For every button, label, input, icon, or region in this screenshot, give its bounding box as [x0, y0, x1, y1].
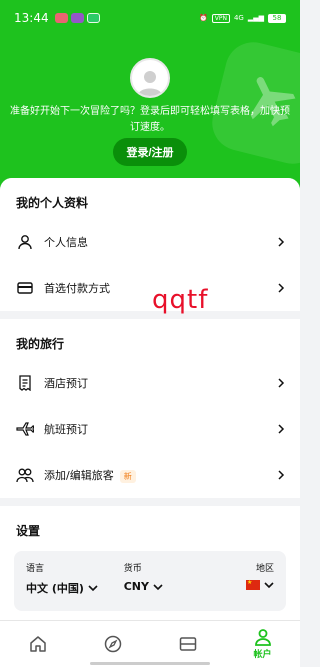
credit-card-icon: [16, 279, 34, 297]
currency-selector[interactable]: 货币 CNY: [124, 561, 199, 611]
section-title: 我的个人资料: [16, 196, 89, 210]
row-flight-bookings[interactable]: 航班预订: [0, 406, 300, 452]
notification-app-icon: [54, 13, 68, 23]
section-title: 我的旅行: [16, 337, 65, 351]
new-badge: 新: [119, 469, 136, 483]
divider: [0, 498, 300, 506]
currency-value: CNY: [123, 580, 149, 593]
row-payment-method[interactable]: 首选付款方式: [0, 265, 300, 311]
chevron-down-icon: [153, 583, 163, 590]
row-label-text: 添加/编辑旅客: [44, 469, 114, 482]
plane-decoration-icon: [206, 36, 300, 170]
tab-explore[interactable]: [75, 621, 150, 667]
login-register-button[interactable]: 登录/注册: [113, 138, 187, 166]
chevron-right-icon: [278, 378, 285, 388]
settings-box: 语言 中文 (中国) 货币 CNY 地区: [14, 551, 286, 611]
chevron-right-icon: [278, 424, 285, 434]
row-label: 添加/编辑旅客新: [44, 467, 276, 483]
trips-section: 我的旅行 酒店预订 航班预订 添加/编辑旅客新: [0, 319, 300, 498]
tab-account[interactable]: 帐户: [225, 621, 300, 667]
chevron-right-icon: [278, 237, 285, 247]
region-selector[interactable]: 地区: [199, 561, 274, 611]
row-travellers[interactable]: 添加/编辑旅客新: [0, 452, 300, 498]
profile-section: 我的个人资料 个人信息 首选付款方式: [0, 178, 300, 311]
chevron-right-icon: [278, 283, 285, 293]
row-personal-info[interactable]: 个人信息: [0, 219, 300, 265]
avatar[interactable]: [130, 58, 170, 98]
network-label: 4G: [233, 14, 244, 22]
battery-icon: 58: [268, 13, 286, 23]
account-sheet: 我的个人资料 个人信息 首选付款方式 我的旅行 酒店预订 航班预订 添加/编辑旅…: [0, 178, 300, 620]
travellers-icon: [16, 466, 34, 484]
row-label: 航班预订: [44, 423, 88, 436]
alarm-icon: ⏰: [199, 14, 208, 22]
signal-icon: ▂▄▆: [247, 14, 264, 22]
login-prompt: 准备好开始下一次冒险了吗？登录后即可轻松填写表格，加快预订速度。: [10, 106, 290, 133]
row-hotel-bookings[interactable]: 酒店预订: [0, 360, 300, 406]
person-icon: [16, 233, 34, 251]
compass-icon: [104, 635, 121, 653]
currency-label: 货币: [123, 564, 142, 574]
hotel-receipt-icon: [16, 374, 34, 392]
language-label: 语言: [26, 564, 45, 574]
notification-app-icon: [70, 13, 84, 23]
tab-home[interactable]: [0, 621, 75, 667]
vpn-badge: VPN: [211, 13, 230, 23]
header: 13:44 ⏰ VPN 4G ▂▄▆ 58 准备好开始下一次冒险了吗？登录后即可…: [0, 0, 300, 200]
chevron-down-icon: [88, 585, 98, 592]
chevron-right-icon: [278, 470, 285, 480]
divider: [0, 311, 300, 319]
settings-section: 设置 语言 中文 (中国) 货币 CNY 地区: [0, 506, 300, 620]
region-label: 地区: [256, 564, 275, 574]
status-time: 13:44: [14, 11, 49, 25]
language-value: 中文 (中国): [26, 582, 84, 595]
account-icon: [254, 629, 271, 646]
bottom-tab-bar: 帐户: [0, 620, 300, 667]
status-bar: 13:44 ⏰ VPN 4G ▂▄▆ 58: [0, 0, 300, 36]
section-title: 设置: [16, 524, 41, 538]
home-icon: [29, 636, 46, 652]
plane-icon: [16, 420, 34, 438]
default-avatar-icon: [138, 71, 162, 96]
tab-bookings[interactable]: [150, 621, 225, 667]
row-label: 个人信息: [44, 236, 88, 249]
watermark-text: qqtf: [152, 285, 209, 315]
notification-app-icon: [86, 13, 100, 23]
home-indicator[interactable]: [90, 662, 210, 665]
language-selector[interactable]: 语言 中文 (中国): [26, 561, 124, 611]
tab-label: 帐户: [253, 650, 272, 660]
row-label: 酒店预订: [44, 377, 88, 390]
cn-flag-icon: [246, 579, 261, 590]
bookings-icon: [179, 637, 196, 651]
chevron-down-icon: [264, 582, 274, 589]
